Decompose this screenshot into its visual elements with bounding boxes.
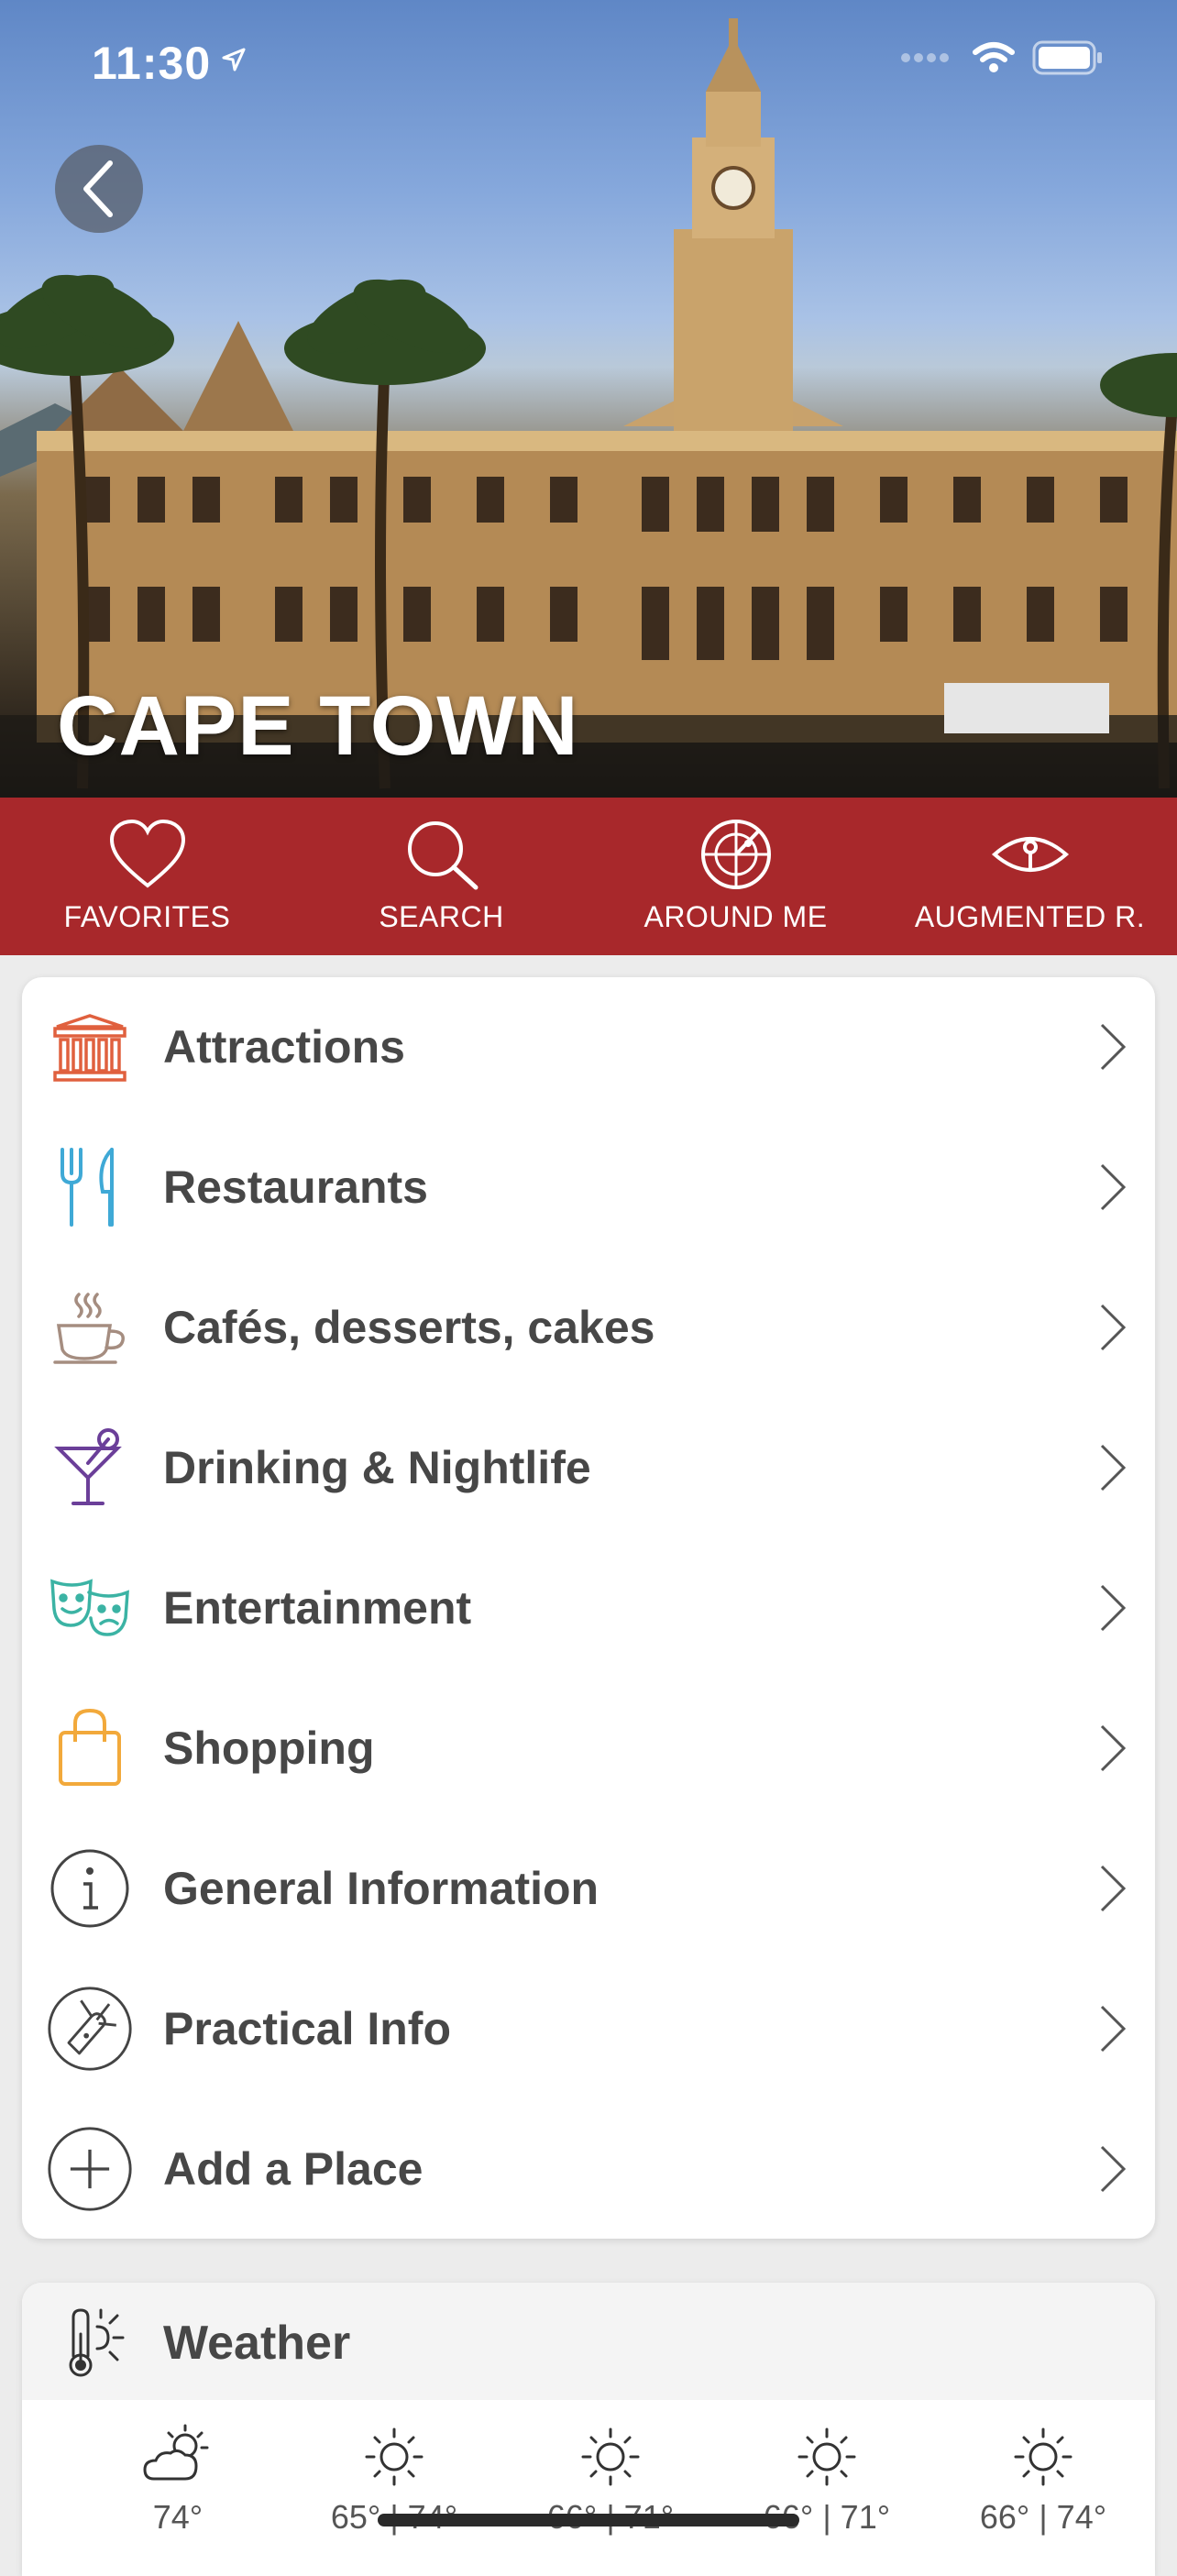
museum-icon: [46, 1003, 134, 1091]
sun-icon: [1014, 2427, 1072, 2486]
weather-title: Weather: [163, 2317, 351, 2370]
status-time: 11:30: [92, 38, 212, 89]
weather-forecast: 74° 65° | 74°: [22, 2400, 1155, 2576]
shopping-bag-icon: [46, 1704, 134, 1792]
forecast-temp: 66° | 74°: [979, 2498, 1107, 2536]
category-add-a-place[interactable]: Add a Place: [22, 2098, 1155, 2239]
status-indicators: [900, 40, 1104, 75]
signal-icon: [901, 53, 949, 62]
category-list: Attractions Restaurants Cafés, desserts,…: [22, 977, 1155, 2239]
sun-icon: [798, 2427, 856, 2486]
coffee-cup-icon: [46, 1283, 134, 1371]
category-label: Drinking & Nightlife: [163, 1442, 591, 1494]
fork-knife-icon: [46, 1143, 134, 1231]
eye-icon: [991, 837, 1069, 872]
search-icon: [407, 821, 478, 890]
forecast-temp: 74°: [152, 2498, 204, 2536]
category-label: Add a Place: [163, 2142, 424, 2195]
weather-panel[interactable]: Weather 74° 65° 66° | 71° 66° | 74°: [22, 2283, 1155, 2576]
sun-icon: [365, 2427, 424, 2486]
around-me-button[interactable]: AROUND ME: [588, 798, 883, 955]
page-title: CAPE TOWN: [57, 679, 579, 773]
pocket-knife-icon: [46, 1985, 134, 2073]
category-label: Shopping: [163, 1722, 375, 1774]
favorites-button[interactable]: FAVORITES: [0, 798, 294, 955]
augmented-reality-button[interactable]: AUGMENTED R.: [883, 798, 1177, 955]
category-label: General Information: [163, 1862, 600, 1914]
wifi-icon: [973, 42, 1015, 72]
location-arrow-icon: [222, 48, 246, 72]
search-button[interactable]: SEARCH: [294, 798, 588, 955]
chevron-right-icon: [1100, 1865, 1127, 1911]
radar-icon: [700, 820, 771, 889]
category-shopping[interactable]: Shopping: [22, 1678, 1155, 1818]
chevron-right-icon: [1100, 1445, 1127, 1492]
hero-image: 11:30 CAPE TOWN: [0, 0, 1177, 798]
chevron-right-icon: [1100, 2005, 1127, 2052]
chevron-right-icon: [1100, 1024, 1127, 1071]
category-label: Attractions: [163, 1021, 405, 1073]
chevron-right-icon: [1100, 1584, 1127, 1632]
theater-masks-icon: [46, 1564, 134, 1652]
favorites-label: FAVORITES: [63, 900, 231, 933]
battery-icon: [1032, 40, 1102, 75]
category-label: Cafés, desserts, cakes: [163, 1302, 655, 1354]
category-label: Practical Info: [163, 2002, 451, 2054]
sun-icon: [581, 2427, 640, 2486]
forecast-day: 66° | 74°: [952, 2424, 1135, 2537]
cocktail-icon: [46, 1424, 134, 1512]
category-label: Restaurants: [163, 1161, 428, 1214]
category-attractions[interactable]: Attractions: [22, 977, 1155, 1117]
category-label: Entertainment: [163, 1582, 472, 1634]
chevron-right-icon: [1100, 1164, 1127, 1211]
forecast-day: 74°: [86, 2424, 270, 2537]
quick-actions-toolbar: FAVORITES SEARCH AROUND ME AUGMENTED R.: [0, 798, 1177, 955]
chevron-left-icon: [83, 160, 113, 217]
info-icon: [46, 1844, 134, 1932]
heart-icon: [109, 819, 185, 888]
chevron-right-icon: [1100, 2145, 1127, 2192]
around-me-label: AROUND ME: [644, 900, 828, 933]
augmented-reality-label: AUGMENTED R.: [914, 900, 1146, 933]
plus-circle-icon: [46, 2125, 134, 2213]
category-entertainment[interactable]: Entertainment: [22, 1538, 1155, 1679]
chevron-right-icon: [1100, 1724, 1127, 1771]
home-indicator[interactable]: [378, 2514, 799, 2526]
search-label: SEARCH: [379, 900, 504, 933]
chevron-right-icon: [1100, 1305, 1127, 1351]
back-button[interactable]: [55, 145, 143, 233]
category-general-information[interactable]: General Information: [22, 1818, 1155, 1958]
category-cafes[interactable]: Cafés, desserts, cakes: [22, 1258, 1155, 1398]
thermometer-icon: [69, 2308, 125, 2377]
category-drinking-nightlife[interactable]: Drinking & Nightlife: [22, 1398, 1155, 1538]
category-practical-info[interactable]: Practical Info: [22, 1958, 1155, 2098]
category-restaurants[interactable]: Restaurants: [22, 1117, 1155, 1258]
weather-header: Weather: [22, 2283, 1155, 2400]
partly-cloudy-icon: [143, 2424, 209, 2481]
